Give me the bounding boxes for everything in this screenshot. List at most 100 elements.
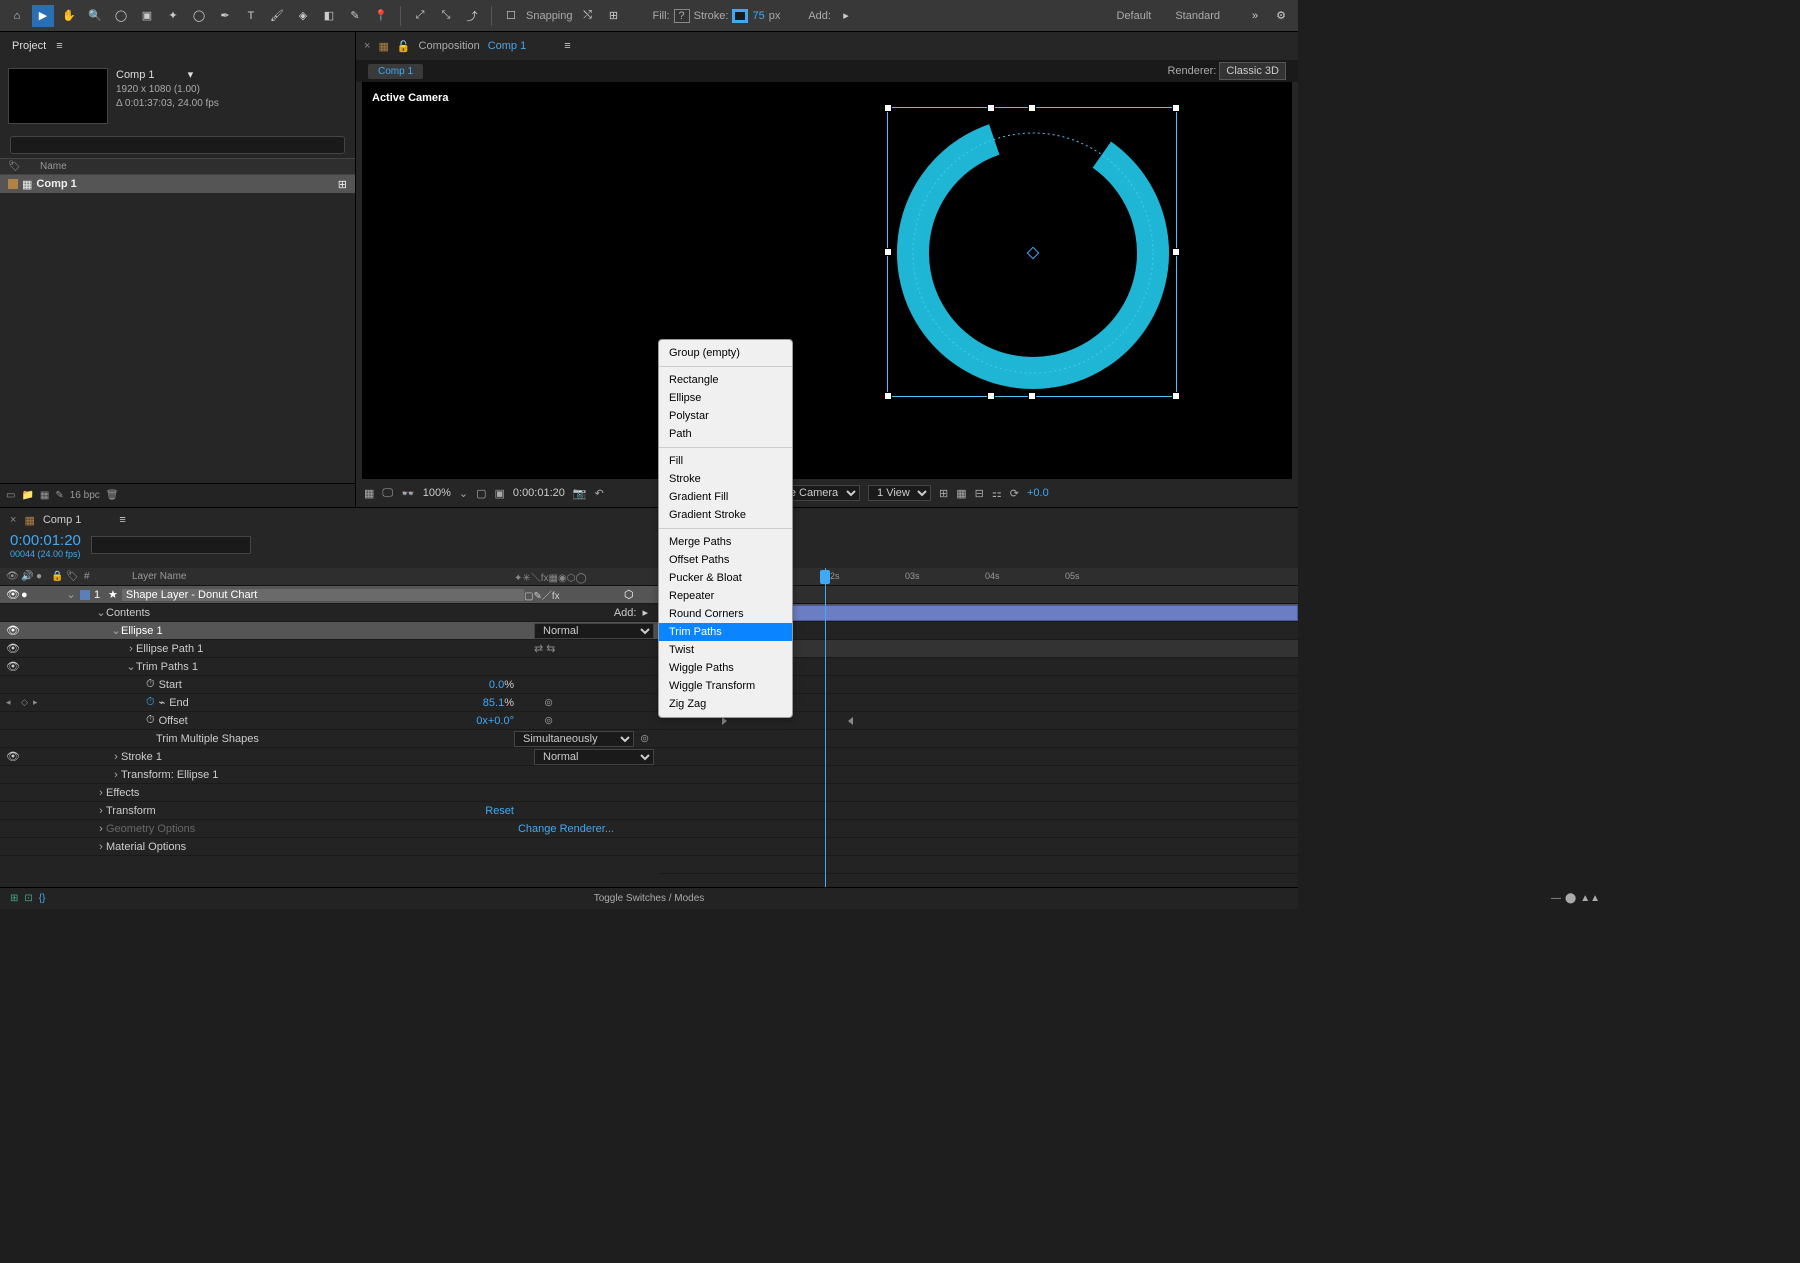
project-item-row[interactable]: ▦ Comp 1 ⊞: [0, 175, 355, 193]
offset-prop-row[interactable]: ⏱ Offset 0x+0.0° ⊚: [0, 712, 660, 730]
context-menu-item[interactable]: Stroke: [659, 470, 792, 488]
twirl-icon[interactable]: ⌄: [111, 624, 121, 637]
stroke-swatch[interactable]: [732, 9, 748, 23]
type-tool-icon[interactable]: T: [240, 5, 262, 27]
lock-col-icon[interactable]: 🔒: [51, 571, 66, 582]
ccw-icon[interactable]: ↶: [595, 487, 604, 500]
view-count-dropdown[interactable]: 1 View: [868, 485, 931, 501]
eye-icon[interactable]: 👁: [6, 642, 21, 655]
twirl-icon[interactable]: ›: [96, 841, 106, 853]
flowchart-icon[interactable]: ⊞: [338, 178, 347, 191]
overflow-icon[interactable]: »: [1244, 5, 1266, 27]
context-menu-item[interactable]: Offset Paths: [659, 551, 792, 569]
context-menu-item[interactable]: Zig Zag: [659, 695, 792, 713]
fill-swatch[interactable]: ?: [674, 9, 690, 23]
context-menu-item[interactable]: Merge Paths: [659, 533, 792, 551]
selection-tool-icon[interactable]: ▶: [32, 5, 54, 27]
edit-icon[interactable]: ✎: [55, 490, 63, 501]
vf1-icon[interactable]: ⊞: [939, 487, 948, 500]
lock-icon[interactable]: 🔓: [397, 40, 411, 53]
context-menu-item[interactable]: Repeater: [659, 587, 792, 605]
context-menu-item[interactable]: Ellipse: [659, 389, 792, 407]
keyframe-icon[interactable]: [722, 717, 727, 725]
comp-thumbnail[interactable]: [8, 68, 108, 124]
start-value[interactable]: 0.0: [489, 679, 504, 691]
zoom-out-icon[interactable]: —: [1551, 893, 1561, 904]
stopwatch-icon[interactable]: ⏱: [146, 714, 155, 727]
stopwatch-icon[interactable]: ⏱: [146, 678, 155, 691]
context-menu-item[interactable]: Twist: [659, 641, 792, 659]
name-column-header[interactable]: Name: [40, 161, 67, 172]
expression-icon[interactable]: ⊚: [634, 732, 654, 745]
zoom-in-icon[interactable]: ▲▲: [1580, 893, 1600, 904]
context-menu-item[interactable]: Path: [659, 425, 792, 443]
contents-row[interactable]: ⌄ Contents Add: ▸: [0, 604, 660, 622]
hand-tool-icon[interactable]: ✋: [58, 5, 80, 27]
anchor-tool-icon[interactable]: ✦: [162, 5, 184, 27]
vf4-icon[interactable]: ⚏: [992, 487, 1002, 500]
axis-world-icon[interactable]: ⤡: [435, 5, 457, 27]
audio-col-icon[interactable]: 🔊: [21, 571, 36, 582]
interpret-icon[interactable]: ▭: [6, 490, 15, 501]
blend-mode-dropdown[interactable]: Normal: [534, 623, 654, 639]
solo-col-icon[interactable]: ●: [36, 571, 51, 582]
camera-icon[interactable]: 📷: [573, 487, 587, 500]
eye-icon[interactable]: 👁: [6, 588, 21, 601]
tf2-icon[interactable]: ⊡: [24, 893, 32, 904]
tag-icon[interactable]: 🏷: [8, 161, 40, 172]
grid-icon[interactable]: ▦: [364, 487, 374, 500]
3d-icon[interactable]: ⬡: [624, 588, 654, 601]
graph-icon[interactable]: ⌁: [159, 696, 166, 709]
layer-name[interactable]: Shape Layer - Donut Chart: [122, 589, 524, 601]
tag-col-icon[interactable]: 🏷: [66, 571, 84, 582]
context-menu-item[interactable]: Gradient Stroke: [659, 506, 792, 524]
ellipse-name[interactable]: Ellipse 1: [121, 625, 534, 637]
panel-menu-icon[interactable]: ≡: [56, 40, 62, 52]
offset-rev[interactable]: 0x: [476, 715, 488, 727]
roi-icon[interactable]: ▣: [494, 487, 504, 500]
layer-row[interactable]: 👁 ● ⌄ 1 ★ Shape Layer - Donut Chart ▢✎／f…: [0, 586, 660, 604]
transform-ellipse-row[interactable]: › Transform: Ellipse 1: [0, 766, 660, 784]
trim-multi-row[interactable]: Trim Multiple Shapes Simultaneously ⊚: [0, 730, 660, 748]
add-menu-icon[interactable]: ▸: [642, 606, 648, 619]
workspace-default[interactable]: Default: [1116, 10, 1151, 22]
expression-icon[interactable]: ⊚: [514, 696, 654, 709]
transform-row[interactable]: › Transform Reset: [0, 802, 660, 820]
clone-tool-icon[interactable]: ◈: [292, 5, 314, 27]
bpc-label[interactable]: 16 bpc: [70, 490, 100, 501]
start-prop-row[interactable]: ⏱ Start 0.0%: [0, 676, 660, 694]
pen-tool-icon[interactable]: ✒: [214, 5, 236, 27]
viewer-tab[interactable]: Comp 1: [368, 64, 423, 79]
context-menu-item[interactable]: Fill: [659, 452, 792, 470]
change-renderer-link[interactable]: Change Renderer...: [518, 823, 614, 835]
prev-key-icon[interactable]: ◂: [6, 697, 21, 708]
twirl-icon[interactable]: ›: [96, 787, 106, 799]
renderer-value[interactable]: Classic 3D: [1219, 62, 1286, 80]
twirl-icon[interactable]: ›: [126, 643, 136, 655]
new-comp-icon[interactable]: ▦: [40, 490, 49, 501]
twirl-icon[interactable]: ›: [111, 751, 121, 763]
end-prop-row[interactable]: ◂ ◇ ▸ ⏱ ⌁ End 85.1% ⊚: [0, 694, 660, 712]
snap-opt2-icon[interactable]: ⊞: [603, 5, 625, 27]
material-row[interactable]: › Material Options: [0, 838, 660, 856]
close-tab-icon[interactable]: ×: [10, 514, 16, 526]
eye-icon[interactable]: 👁: [6, 750, 21, 763]
camera-tool-icon[interactable]: ▣: [136, 5, 158, 27]
eye-icon[interactable]: 👁: [6, 660, 21, 673]
chevron-down-icon[interactable]: ⌄: [459, 487, 468, 500]
add-menu-icon[interactable]: ▸: [835, 5, 857, 27]
next-key-icon[interactable]: ▸: [33, 697, 48, 708]
vf2-icon[interactable]: ▦: [956, 487, 966, 500]
current-timecode[interactable]: 0:00:01:20: [10, 532, 81, 549]
puppet-tool-icon[interactable]: 📍: [370, 5, 392, 27]
exposure-value[interactable]: +0.0: [1027, 487, 1049, 499]
context-menu-item[interactable]: Wiggle Paths: [659, 659, 792, 677]
ellipse-row[interactable]: 👁 ⌄ Ellipse 1 Normal: [0, 622, 660, 640]
vf5-icon[interactable]: ⟳: [1010, 487, 1019, 500]
trash-icon[interactable]: 🗑: [106, 490, 119, 501]
tf1-icon[interactable]: ⊞: [10, 893, 18, 904]
stroke-mode-dropdown[interactable]: Normal: [534, 749, 654, 765]
trim-multi-dropdown[interactable]: Simultaneously: [514, 731, 634, 747]
close-tab-icon[interactable]: ×: [364, 40, 370, 52]
keyframe-icon[interactable]: [848, 717, 853, 725]
